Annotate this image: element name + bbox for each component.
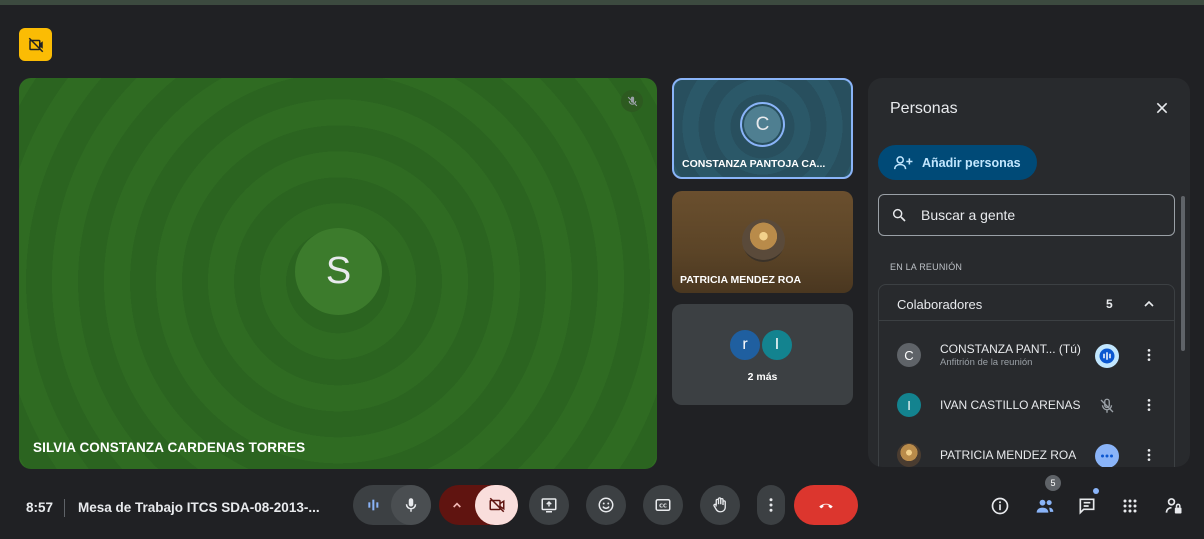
people-panel: Personas Añadir personas EN LA REUNIÓN C… xyxy=(868,78,1190,467)
chevron-up-icon xyxy=(1144,300,1154,307)
more-vert-icon xyxy=(769,498,773,512)
emoji-icon xyxy=(598,497,614,513)
participant-row[interactable]: C CONSTANZA PANT... (Tú) Anfitrión de la… xyxy=(879,334,1174,374)
clock: 8:57 xyxy=(26,500,54,515)
svg-text:CC: CC xyxy=(659,504,667,510)
speaker-avatar: C xyxy=(744,106,781,143)
close-icon xyxy=(1156,102,1168,114)
patricia-tile-name: PATRICIA MENDEZ ROA xyxy=(680,274,802,286)
chat-button[interactable] xyxy=(1075,494,1099,518)
add-people-label: Añadir personas xyxy=(922,155,1021,170)
main-participant-name: SILVIA CONSTANZA CARDENAS TORRES xyxy=(33,440,306,455)
bottom-bar: 8:57 Mesa de Trabajo ITCS SDA-08-2013-..… xyxy=(0,475,1204,539)
captions-icon: CC xyxy=(655,499,671,511)
activities-button[interactable] xyxy=(1118,494,1142,518)
top-strip xyxy=(0,0,1204,5)
more-options-button[interactable] xyxy=(757,485,785,525)
add-people-button[interactable]: Añadir personas xyxy=(878,145,1037,180)
people-button[interactable] xyxy=(1033,494,1057,518)
end-call-button[interactable] xyxy=(794,485,858,525)
search-box[interactable] xyxy=(878,194,1175,236)
divider xyxy=(64,499,65,517)
microphone-icon xyxy=(405,498,417,512)
close-panel-button[interactable] xyxy=(1150,96,1174,120)
recording-badge[interactable] xyxy=(19,28,52,61)
participant-avatar: I xyxy=(897,393,921,417)
host-controls-button[interactable] xyxy=(1162,494,1186,518)
present-screen-button[interactable] xyxy=(529,485,569,525)
more-options-icon[interactable] xyxy=(1141,447,1157,463)
hang-up-icon xyxy=(819,503,833,509)
add-person-icon xyxy=(894,155,913,169)
participant-photo-avatar xyxy=(897,443,921,467)
muted-mic-icon xyxy=(621,90,643,112)
panel-title: Personas xyxy=(890,100,958,117)
chevron-up-icon[interactable] xyxy=(449,497,465,513)
main-avatar: S xyxy=(295,228,382,315)
camera-off-icon xyxy=(489,497,504,513)
participant-name: IVAN CASTILLO ARENAS xyxy=(940,398,1081,412)
apps-grid-icon xyxy=(1123,499,1137,513)
muted-mic-icon xyxy=(1095,394,1119,418)
speaker-tile[interactable]: C CONSTANZA PANTOJA CA... xyxy=(672,78,853,179)
speaker-tile-name: CONSTANZA PANTOJA CA... xyxy=(682,158,826,170)
microphone-button[interactable] xyxy=(391,485,431,525)
participant-avatar: C xyxy=(897,343,921,367)
participant-role: Anfitrión de la reunión xyxy=(940,357,1033,368)
people-icon xyxy=(1036,499,1054,513)
patricia-tile[interactable]: PATRICIA MENDEZ ROA xyxy=(672,191,853,293)
participant-name: CONSTANZA PANT... (Tú) xyxy=(940,342,1081,356)
camera-off-button[interactable] xyxy=(475,485,518,525)
meeting-info-button[interactable] xyxy=(988,494,1012,518)
chat-notification-dot xyxy=(1093,488,1099,494)
more-status-icon xyxy=(1095,444,1119,467)
hand-icon xyxy=(713,497,726,513)
meeting-title: Mesa de Trabajo ITCS SDA-08-2013-... xyxy=(78,500,320,515)
lock-person-icon xyxy=(1165,498,1182,514)
audio-level-icon[interactable] xyxy=(365,497,381,513)
more-participants-label: 2 más xyxy=(747,371,778,383)
more-options-icon[interactable] xyxy=(1141,347,1157,363)
patricia-photo-avatar xyxy=(742,219,785,262)
search-icon xyxy=(892,208,906,222)
speaking-ring: C xyxy=(740,102,785,147)
search-input[interactable] xyxy=(921,207,1161,223)
participant-row[interactable]: PATRICIA MENDEZ ROA xyxy=(879,434,1174,467)
captions-button[interactable]: CC xyxy=(643,485,683,525)
more-avatar-r: r xyxy=(728,328,762,362)
info-icon xyxy=(991,497,1009,515)
participant-row[interactable]: I IVAN CASTILLO ARENAS xyxy=(879,384,1174,424)
speaking-indicator-icon xyxy=(1095,344,1119,368)
people-count-badge: 5 xyxy=(1045,475,1061,491)
collaborators-group: Colaboradores 5 C CONSTANZA PANT... (Tú)… xyxy=(878,284,1175,467)
panel-scrollbar[interactable] xyxy=(1181,196,1185,351)
more-participants-tile[interactable]: r I 2 más xyxy=(672,304,853,405)
participant-name: PATRICIA MENDEZ ROA xyxy=(940,448,1077,462)
more-avatar-i: I xyxy=(760,328,794,362)
reactions-button[interactable] xyxy=(586,485,626,525)
camera-control-group xyxy=(439,485,518,525)
main-participant-tile[interactable]: S SILVIA CONSTANZA CARDENAS TORRES xyxy=(19,78,657,469)
more-options-icon[interactable] xyxy=(1141,397,1157,413)
recording-off-icon xyxy=(28,37,43,52)
raise-hand-button[interactable] xyxy=(700,485,740,525)
collaborators-header[interactable]: Colaboradores 5 xyxy=(879,285,1174,321)
collaborators-count: 5 xyxy=(1106,297,1113,311)
chat-icon xyxy=(1079,498,1095,515)
present-screen-icon xyxy=(541,498,557,513)
mic-control-group xyxy=(353,485,431,525)
collaborators-title: Colaboradores xyxy=(897,297,983,312)
section-label: EN LA REUNIÓN xyxy=(890,262,963,272)
